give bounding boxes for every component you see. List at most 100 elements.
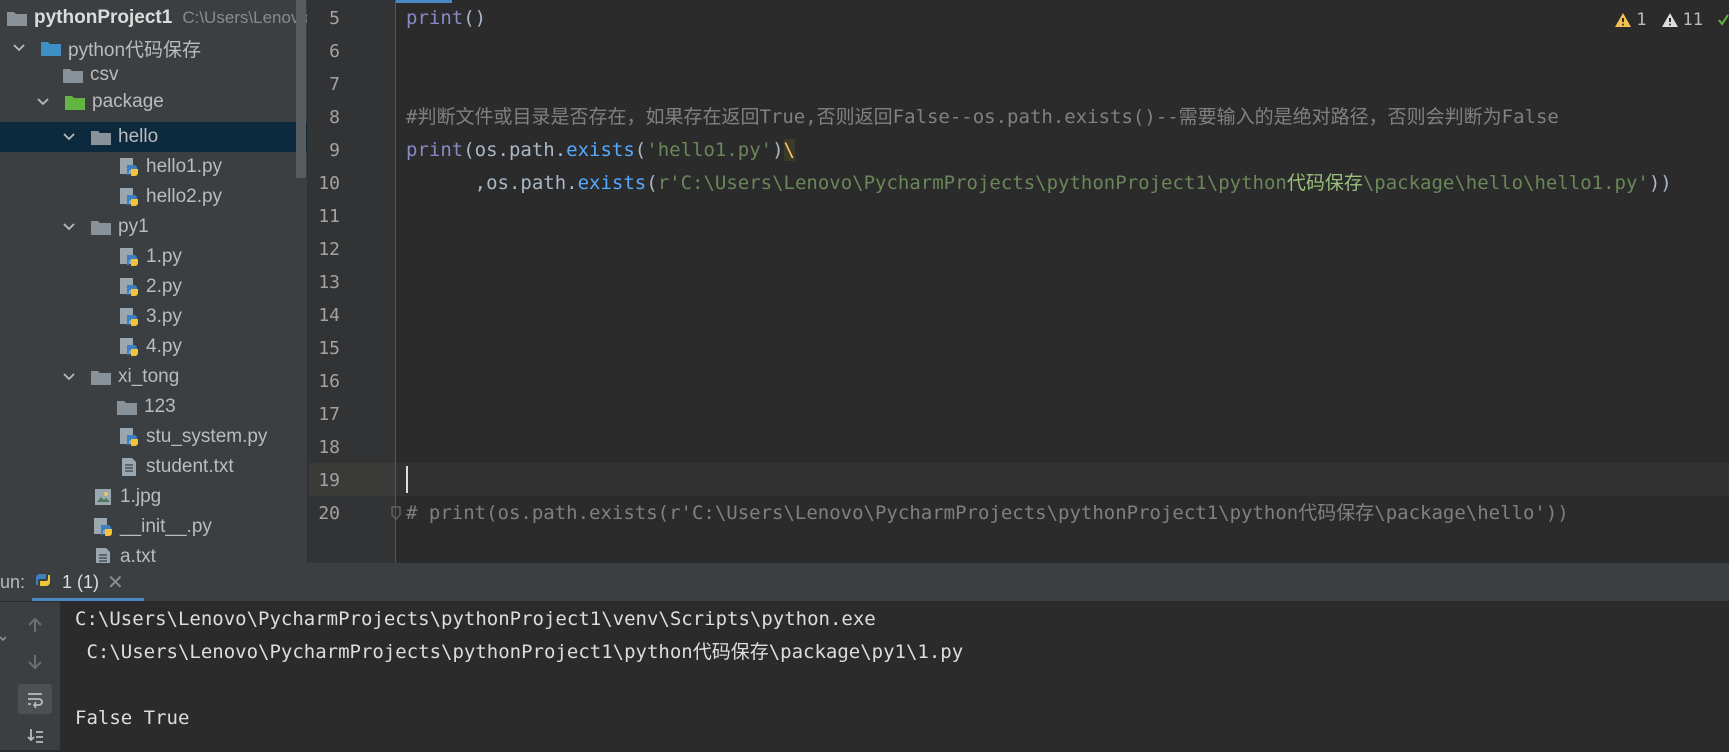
- line-number: 10: [318, 173, 340, 194]
- project-name: pythonProject1: [34, 7, 173, 28]
- line-number: 5: [329, 8, 340, 29]
- chevron-down-icon[interactable]: [0, 632, 7, 644]
- tree-item-123[interactable]: 123: [0, 392, 308, 422]
- folder-icon: [6, 7, 28, 29]
- tree-item-hello2-py[interactable]: hello2.py: [0, 182, 308, 212]
- line-number: 14: [318, 305, 340, 326]
- chevron-down-icon[interactable]: [62, 370, 76, 384]
- text-file-icon: [118, 456, 140, 478]
- image-file-icon: [92, 486, 114, 508]
- tree-item-xi-tong[interactable]: xi_tong: [0, 362, 308, 392]
- line-number: 19: [318, 470, 340, 491]
- folder-icon: [40, 37, 62, 59]
- down-arrow-icon[interactable]: [18, 647, 52, 677]
- run-label: un:: [0, 572, 26, 592]
- project-tree-panel: pythonProject1 C:\Users\Lenovo python代码保…: [0, 0, 308, 563]
- typo-check-icon[interactable]: [1717, 12, 1729, 28]
- folder-icon: [90, 126, 112, 148]
- tree-item-label: 1.py: [146, 246, 182, 267]
- weak-warning-count[interactable]: 11: [1661, 10, 1703, 30]
- line-number: 13: [318, 272, 340, 293]
- line-number: 20: [318, 503, 340, 524]
- line-number: 8: [329, 107, 340, 128]
- warning-count[interactable]: 1: [1614, 10, 1647, 30]
- tree-item-3-py[interactable]: 3.py: [0, 302, 308, 332]
- python-file-icon: [118, 426, 140, 448]
- line-number: 16: [318, 371, 340, 392]
- run-config-tab[interactable]: 1 (1) ✕: [32, 563, 142, 601]
- up-arrow-icon[interactable]: [18, 610, 52, 640]
- console-line: False True: [75, 707, 190, 729]
- project-path: C:\Users\Lenovo: [182, 8, 308, 27]
- warning-icon: [1615, 13, 1632, 27]
- weak-warning-icon: [1661, 13, 1678, 27]
- line-number: 17: [318, 404, 340, 425]
- console-line: C:\Users\Lenovo\PycharmProjects\pythonPr…: [75, 608, 876, 630]
- text-cursor: [406, 466, 408, 493]
- tree-item-label: 4.py: [146, 336, 182, 357]
- tree-item-label: __init__.py: [120, 516, 212, 537]
- tree-item-python-code[interactable]: python代码保存: [0, 33, 308, 63]
- tree-item-csv[interactable]: csv: [0, 60, 308, 90]
- console-line: C:\Users\Lenovo\PycharmProjects\pythonPr…: [75, 641, 964, 663]
- tree-item-student-txt[interactable]: student.txt: [0, 452, 308, 482]
- run-console-output[interactable]: C:\Users\Lenovo\PycharmProjects\pythonPr…: [60, 602, 1729, 750]
- tree-item-a-txt[interactable]: a.txt: [0, 542, 308, 563]
- folder-icon: [62, 64, 84, 86]
- line-number: 15: [318, 338, 340, 359]
- code-line-20-comment[interactable]: # print(os.path.exists(r'C:\Users\Lenovo…: [406, 497, 1569, 530]
- tree-item-label: hello2.py: [146, 186, 223, 207]
- tree-item-label: xi_tong: [118, 366, 180, 387]
- text-file-icon: [92, 546, 114, 563]
- python-file-icon: [118, 336, 140, 358]
- tree-item-label: 1.jpg: [120, 486, 162, 507]
- tree-item-label: python代码保存: [68, 39, 202, 61]
- code-line-5[interactable]: print(): [406, 2, 486, 35]
- tree-item-label: stu_system.py: [146, 426, 268, 447]
- fold-marker-icon[interactable]: [391, 505, 401, 524]
- folder-icon: [116, 396, 138, 418]
- scroll-to-end-icon[interactable]: [18, 722, 52, 752]
- tree-item-label: csv: [90, 64, 119, 85]
- chevron-down-icon[interactable]: [62, 220, 76, 234]
- line-number: 9: [329, 140, 340, 161]
- tree-item-label: 2.py: [146, 276, 182, 297]
- code-editor[interactable]: 5 6 7 8 9 10 11 12 13 14 15 16 17 18 19 …: [309, 0, 1729, 563]
- tree-item-4-py[interactable]: 4.py: [0, 332, 308, 362]
- project-root[interactable]: pythonProject1 C:\Users\Lenovo: [0, 3, 308, 33]
- tree-item-label: student.txt: [146, 456, 234, 477]
- tree-item-label: a.txt: [120, 546, 156, 563]
- soft-wrap-icon[interactable]: [18, 684, 52, 714]
- chevron-down-icon[interactable]: [12, 41, 26, 55]
- sidebar-scrollbar[interactable]: [296, 0, 306, 178]
- chevron-down-icon[interactable]: [62, 130, 76, 144]
- code-line-9[interactable]: print(os.path.exists('hello1.py')\: [406, 134, 795, 167]
- code-line-8-comment[interactable]: #判断文件或目录是否存在，如果存在返回True,否则返回False--os.pa…: [406, 101, 1559, 134]
- run-tool-window-header: un: 1 (1) ✕: [0, 563, 1729, 602]
- tree-item-init-py[interactable]: __init__.py: [0, 512, 308, 542]
- tree-item-label: hello1.py: [146, 156, 223, 177]
- run-toolbar: [0, 602, 60, 750]
- tree-item-py1[interactable]: py1: [0, 212, 308, 242]
- tree-item-label: 123: [144, 396, 176, 417]
- code-line-10[interactable]: ,os.path.exists(r'C:\Users\Lenovo\Pychar…: [406, 167, 1672, 200]
- tree-item-label: py1: [118, 216, 149, 237]
- close-icon[interactable]: ✕: [107, 570, 124, 595]
- python-file-icon: [118, 276, 140, 298]
- folder-icon: [90, 366, 112, 388]
- chevron-down-icon[interactable]: [36, 95, 50, 109]
- tree-item-1-jpg[interactable]: 1.jpg: [0, 482, 308, 512]
- tree-item-hello1-py[interactable]: hello1.py: [0, 152, 308, 182]
- inspection-widget[interactable]: 1 11: [1614, 10, 1729, 30]
- tree-item-label: package: [92, 91, 164, 112]
- fold-guide: [395, 0, 396, 563]
- folder-icon: [64, 91, 86, 113]
- python-icon: [32, 569, 54, 596]
- tree-item-hello[interactable]: hello: [0, 122, 308, 152]
- tree-item-2-py[interactable]: 2.py: [0, 272, 308, 302]
- tree-item-stu-system-py[interactable]: stu_system.py: [0, 422, 308, 452]
- tree-item-package[interactable]: package: [0, 87, 308, 117]
- active-tab-underline: [32, 598, 144, 601]
- tree-item-1-py[interactable]: 1.py: [0, 242, 308, 272]
- current-line-highlight: [309, 463, 1729, 496]
